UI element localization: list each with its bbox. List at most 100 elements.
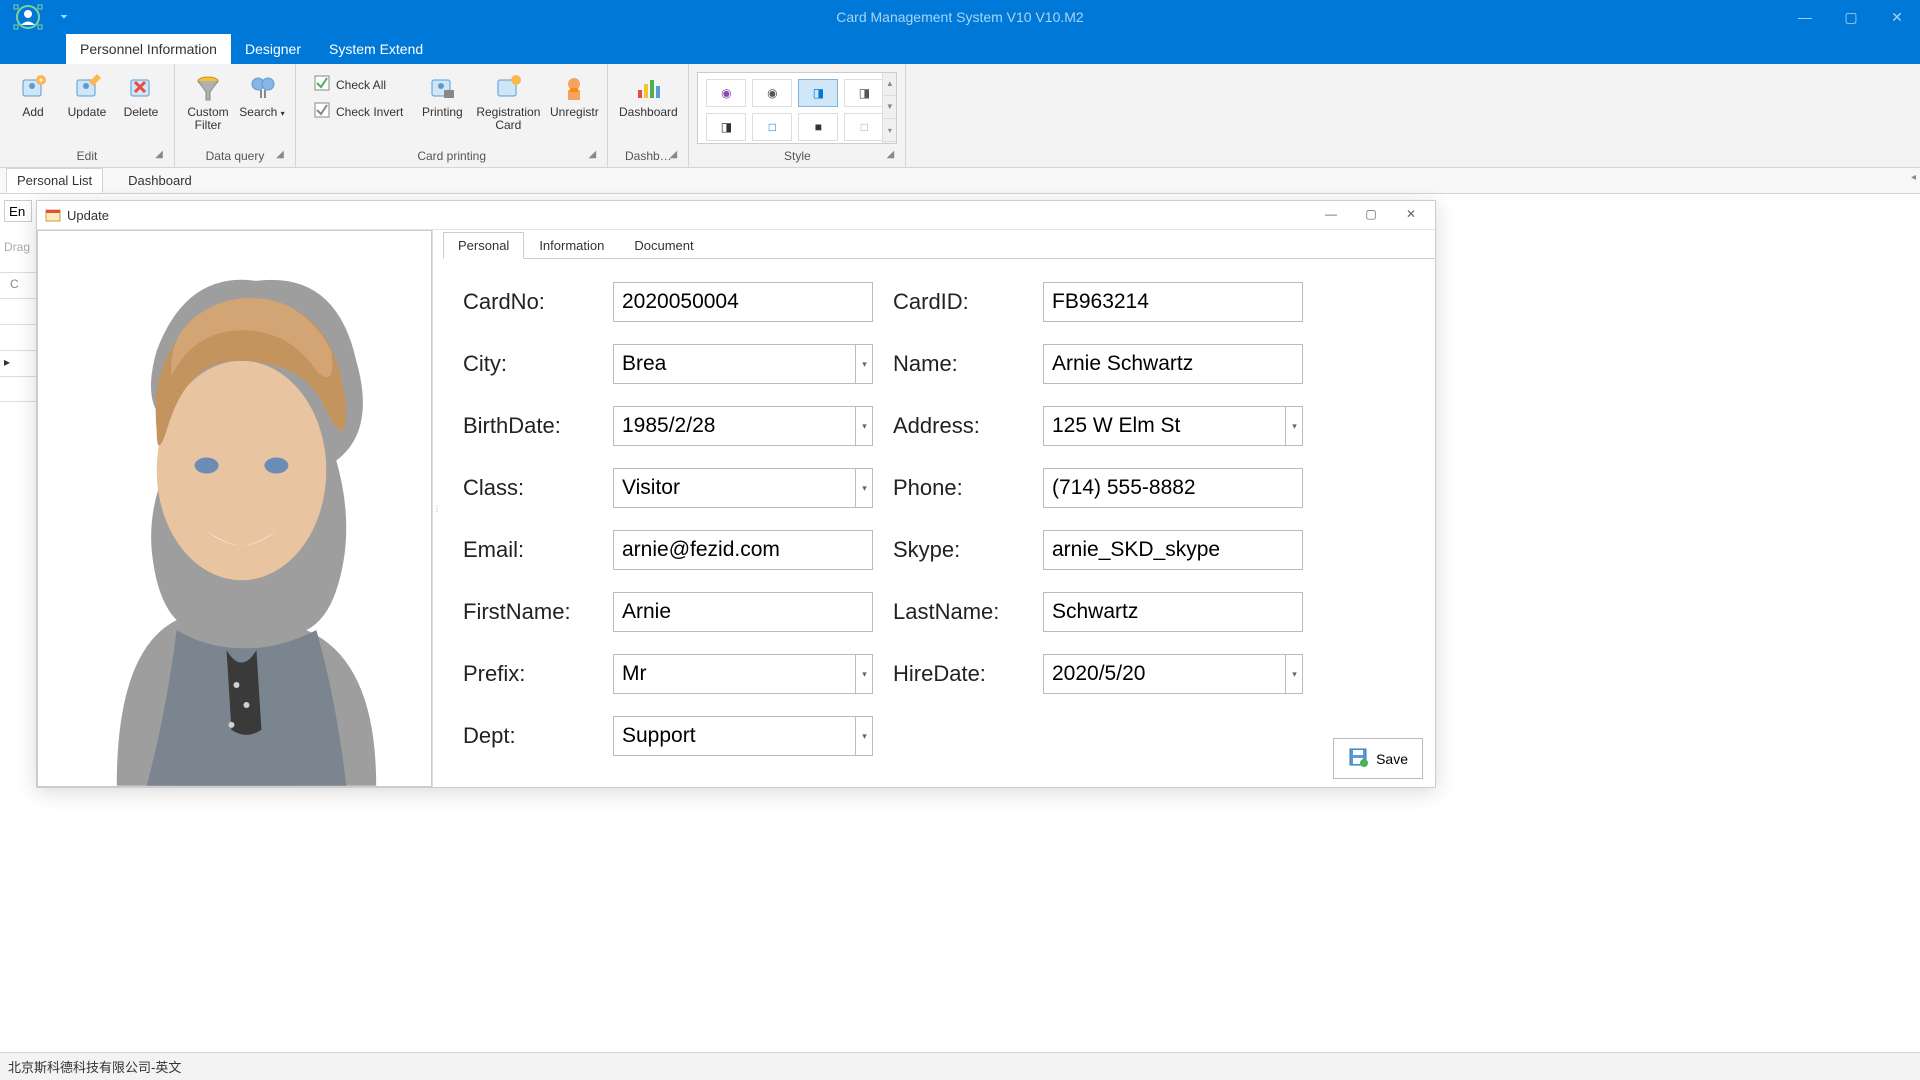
name-field[interactable] [1043, 344, 1303, 384]
ribbon-group-data-query: Custom Filter Search ▾ Data query◢ [175, 64, 296, 167]
search-button[interactable]: Search ▾ [237, 68, 287, 123]
class-field[interactable] [613, 468, 873, 508]
dialog-icon [45, 207, 61, 223]
lastname-label: LastName: [893, 599, 1023, 625]
unregistr-button[interactable]: Unregistr [549, 68, 599, 123]
tab-document[interactable]: Document [619, 232, 708, 258]
edit-launcher-icon[interactable]: ◢ [152, 149, 166, 163]
unregister-icon [558, 72, 590, 104]
add-person-icon: ✦ [17, 72, 49, 104]
chevron-down-icon[interactable]: ▾ [855, 406, 873, 446]
ribbon-group-card-printing: Check All Check Invert Printing Registra… [296, 64, 608, 167]
chevron-down-icon[interactable]: ▾ [855, 344, 873, 384]
style-item[interactable]: ■ [798, 113, 838, 141]
grid-header-cell: C [0, 272, 36, 298]
tab-information[interactable]: Information [524, 232, 619, 258]
close-button[interactable]: ✕ [1874, 0, 1920, 34]
chevron-down-icon[interactable]: ▾ [1285, 654, 1303, 694]
address-label: Address: [893, 413, 1023, 439]
style-launcher-icon[interactable]: ◢ [883, 149, 897, 163]
ribbon-group-dashboard: Dashboard Dashb…◢ [608, 64, 689, 167]
style-item[interactable]: □ [844, 113, 884, 141]
style-gallery[interactable]: ◉ ◉ ◨ ◨ ◨ □ ■ □ ▲▼▾ [697, 72, 897, 144]
city-label: City: [463, 351, 593, 377]
lastname-field[interactable] [1043, 592, 1303, 632]
update-dialog: Update — ▢ ✕ [36, 200, 1436, 788]
style-item[interactable]: ◨ [706, 113, 746, 141]
address-field[interactable] [1043, 406, 1303, 446]
tab-personal-list[interactable]: Personal List [6, 168, 103, 193]
prefix-field[interactable] [613, 654, 873, 694]
app-icon[interactable] [0, 0, 56, 34]
tab-personal[interactable]: Personal [443, 232, 524, 259]
dialog-minimize-button[interactable]: — [1311, 201, 1351, 227]
photo-panel[interactable] [37, 230, 433, 787]
svg-text:✦: ✦ [38, 76, 45, 85]
maximize-button[interactable]: ▢ [1828, 0, 1874, 34]
birthdate-field[interactable] [613, 406, 873, 446]
hiredate-label: HireDate: [893, 661, 1023, 687]
dialog-titlebar[interactable]: Update — ▢ ✕ [37, 201, 1435, 230]
save-icon [1348, 747, 1368, 770]
grid-row-indicator: ▸ [0, 350, 36, 376]
form-panel: ⋮ Personal Information Document CardNo: … [433, 230, 1435, 787]
qat-dropdown-icon[interactable]: ⏷ [60, 12, 68, 23]
dashboard-icon [632, 72, 664, 104]
firstname-field[interactable] [613, 592, 873, 632]
chevron-down-icon[interactable]: ▾ [1285, 406, 1303, 446]
save-button[interactable]: Save [1333, 738, 1423, 779]
status-bar: 北京斯科德科技有限公司-英文 [0, 1052, 1920, 1080]
cardno-field[interactable] [613, 282, 873, 322]
check-invert-icon [314, 102, 330, 121]
check-all-button[interactable]: Check All [308, 72, 409, 97]
form-grid: CardNo: CardID: City: ▾ Name: BirthDate:… [443, 259, 1435, 787]
email-field[interactable] [613, 530, 873, 570]
gallery-scroll[interactable]: ▲▼▾ [882, 73, 896, 143]
ribbon-tab-strip: Personnel Information Designer System Ex… [0, 34, 1920, 64]
check-icon [314, 75, 330, 94]
cp-launcher-icon[interactable]: ◢ [585, 149, 599, 163]
dialog-close-button[interactable]: ✕ [1391, 201, 1431, 227]
filter-icon [192, 72, 224, 104]
dq-launcher-icon[interactable]: ◢ [273, 149, 287, 163]
db-launcher-icon[interactable]: ◢ [666, 149, 680, 163]
dept-field[interactable] [613, 716, 873, 756]
document-tabs: Personal List Dashboard ◂ [0, 168, 1920, 194]
city-field[interactable] [613, 344, 873, 384]
style-item[interactable]: ◉ [706, 79, 746, 107]
add-button[interactable]: ✦ Add [8, 68, 58, 123]
phone-field[interactable] [1043, 468, 1303, 508]
check-invert-button[interactable]: Check Invert [308, 99, 409, 124]
tab-personnel-information[interactable]: Personnel Information [66, 34, 231, 64]
dialog-title: Update [67, 208, 109, 223]
tab-dashboard[interactable]: Dashboard [117, 168, 203, 193]
chevron-down-icon[interactable]: ▾ [855, 654, 873, 694]
style-item[interactable]: ◨ [844, 79, 884, 107]
tab-designer[interactable]: Designer [231, 34, 315, 64]
chevron-down-icon[interactable]: ▾ [855, 468, 873, 508]
registration-card-button[interactable]: Registration Card [471, 68, 545, 136]
tab-system-extend[interactable]: System Extend [315, 34, 437, 64]
printing-button[interactable]: Printing [417, 68, 467, 123]
skype-field[interactable] [1043, 530, 1303, 570]
custom-filter-button[interactable]: Custom Filter [183, 68, 233, 136]
hiredate-field[interactable] [1043, 654, 1303, 694]
filter-input[interactable] [4, 200, 32, 222]
dialog-maximize-button[interactable]: ▢ [1351, 201, 1391, 227]
cardid-field[interactable] [1043, 282, 1303, 322]
person-photo [37, 230, 432, 787]
minimize-button[interactable]: — [1782, 0, 1828, 34]
dashboard-button[interactable]: Dashboard [616, 68, 680, 123]
update-button[interactable]: Update [62, 68, 112, 123]
style-item[interactable]: □ [752, 113, 792, 141]
chevron-down-icon[interactable]: ▾ [855, 716, 873, 756]
printing-icon [426, 72, 458, 104]
splitter-handle[interactable]: ⋮ [433, 504, 437, 513]
ribbon: ✦ Add Update Delete Edit◢ Custom Filter … [0, 64, 1920, 168]
delete-button[interactable]: Delete [116, 68, 166, 123]
edit-person-icon [71, 72, 103, 104]
style-item[interactable]: ◉ [752, 79, 792, 107]
style-item[interactable]: ◨ [798, 79, 838, 107]
class-label: Class: [463, 475, 593, 501]
tab-nav-arrow[interactable]: ◂ [1911, 172, 1916, 183]
